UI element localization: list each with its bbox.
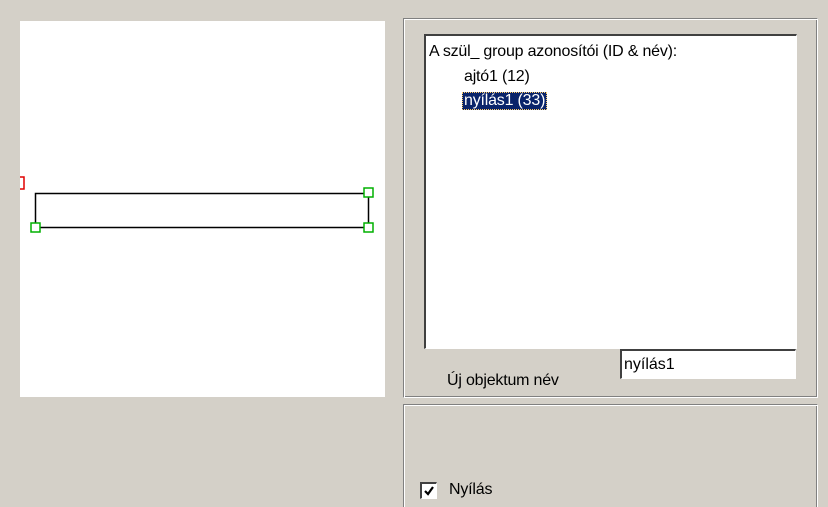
shape-preview-canvas[interactable]: [20, 21, 385, 397]
preview-handle-top-right[interactable]: [363, 187, 374, 198]
dialog-root: A szül_ group azonosítói (ID & név): ajt…: [0, 0, 828, 507]
checkmark-icon: [424, 485, 434, 496]
nyilas-checkbox[interactable]: [420, 481, 437, 499]
list-item-ajto1[interactable]: ajtó1 (12): [462, 68, 532, 86]
nyilas-checkbox-row[interactable]: Nyílás: [420, 481, 492, 499]
nyilas-checkbox-label: Nyílás: [449, 481, 493, 498]
new-object-name-label: Új objektum név: [447, 372, 559, 389]
group-id-listbox[interactable]: A szül_ group azonosítói (ID & név): ajt…: [424, 34, 797, 349]
object-group-box: A szül_ group azonosítói (ID & név): ajt…: [403, 18, 818, 398]
preview-handle-bottom-left[interactable]: [30, 222, 41, 233]
list-item-nyilas1[interactable]: nyílás1 (33): [462, 92, 548, 110]
preview-rectangle-shape[interactable]: [34, 192, 370, 229]
new-object-name-input[interactable]: [620, 349, 796, 379]
listbox-header: A szül_ group azonosítói (ID & név):: [429, 43, 678, 60]
shape-preview-svg: [20, 176, 374, 233]
preview-red-marker: [20, 176, 25, 190]
preview-handle-bottom-right[interactable]: [363, 222, 374, 233]
options-group-box: Nyílás: [403, 404, 818, 507]
